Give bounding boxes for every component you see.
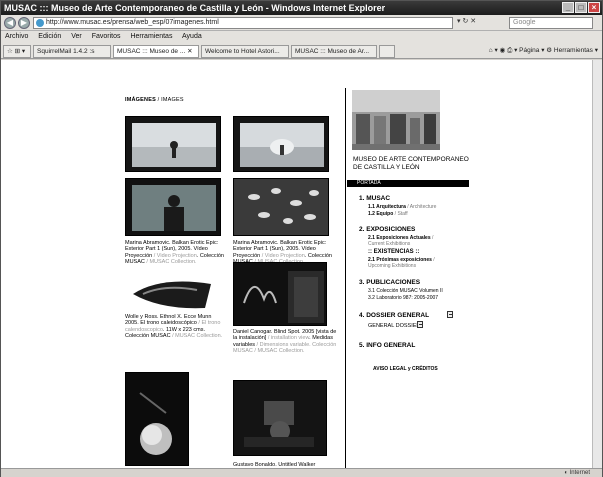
caption-1: Marina Abramovic. Balkan Erotic Epic: Ex… — [125, 240, 224, 266]
artwork-image-7 — [126, 373, 188, 465]
nav-link-proximas-exposiciones[interactable]: 2.1 Próximas exposiciones / Upcoming Exh… — [368, 257, 444, 269]
legal-link[interactable]: AVISO LEGAL y CRÉDITOS — [373, 366, 438, 372]
tab-squirrelmail[interactable]: SquirrelMail 1.4.2 :s — [33, 45, 111, 58]
nav-section-exposiciones[interactable]: 2. EXPOSICIONES — [359, 226, 415, 233]
artwork-thumbnail-6[interactable] — [233, 262, 327, 326]
artwork-thumbnail-8[interactable] — [233, 380, 327, 456]
minimize-button[interactable]: _ — [562, 2, 574, 13]
caption-4: Daniel Canogar. Blind Spot. 2005 [vista … — [233, 329, 337, 355]
browser-window: MUSAC ::: Museo de Arte Contemporaneo de… — [0, 0, 603, 477]
artwork-image-5 — [131, 274, 213, 312]
column-divider — [345, 88, 346, 468]
internet-zone: ◐ Internet — [564, 470, 590, 476]
address-bar: ◀ ▶ http://www.musac.es/prensa/web_esp/0… — [1, 15, 602, 31]
tab-musac-active[interactable]: MUSAC ::: Museo de ... ✕ — [113, 45, 199, 58]
new-tab-button[interactable] — [379, 45, 395, 58]
page-icon — [36, 19, 44, 27]
menu-herramientas[interactable]: Herramientas — [130, 33, 172, 40]
window-controls: _ □ × — [562, 2, 600, 13]
artwork-image-1 — [126, 117, 220, 171]
title-bar: MUSAC ::: Museo de Arte Contemporaneo de… — [1, 1, 602, 15]
artwork-image-3 — [126, 179, 220, 235]
artwork-thumbnail-2[interactable] — [233, 116, 329, 172]
forward-button[interactable]: ▶ — [18, 17, 30, 29]
command-bar: ⌂ ▾ ◉ ⎙ ▾ Página ▾ ⚙ Herramientas ▾ — [489, 43, 598, 59]
feeds-icon[interactable]: ◉ — [500, 47, 507, 54]
nav-section-publicaciones[interactable]: 3. PUBLICACIONES — [359, 279, 420, 286]
pdf-download-icon[interactable] — [447, 311, 453, 318]
artwork-thumbnail-5[interactable] — [131, 274, 213, 312]
tab-musac-2[interactable]: MUSAC ::: Museo de Ar... — [291, 45, 377, 58]
nav-link-existencias[interactable]: :: EXISTENCIAS :: — [368, 249, 419, 255]
caption-3: Wolle y Ross. Ethnol X. Ecce Munn 2005. … — [125, 314, 223, 340]
artwork-image-2 — [234, 117, 328, 171]
back-button[interactable]: ◀ — [4, 17, 16, 29]
vertical-scrollbar[interactable] — [592, 60, 602, 468]
status-bar: ◐ Internet — [1, 468, 602, 477]
tools-menu[interactable]: ⚙ Herramientas ▾ — [546, 47, 598, 54]
menu-archivo[interactable]: Archivo — [5, 33, 28, 40]
nav-link-equipo[interactable]: 1.2 Equipo / Staff — [368, 211, 408, 217]
tab-bar: ☆ ⊞ ▾ SquirrelMail 1.4.2 :s MUSAC ::: Mu… — [1, 43, 602, 59]
favorites-star-icon[interactable]: ☆ ⊞ ▾ — [3, 45, 31, 58]
artwork-thumbnail-3[interactable] — [125, 178, 221, 236]
portada-link[interactable]: PORTADA — [347, 180, 469, 187]
print-icon[interactable]: ⎙ ▾ — [507, 47, 519, 54]
maximize-button[interactable]: □ — [575, 2, 587, 13]
refresh-stop-buttons[interactable]: ▾ ↻ ✕ — [457, 17, 476, 25]
artwork-thumbnail-1[interactable] — [125, 116, 221, 172]
home-icon[interactable]: ⌂ ▾ — [489, 47, 498, 54]
artwork-thumbnail-7[interactable] — [125, 372, 189, 466]
header-image — [352, 90, 440, 150]
pdf-download-icon-2[interactable] — [417, 321, 423, 328]
window-title: MUSAC ::: Museo de Arte Contemporaneo de… — [4, 3, 386, 13]
artwork-image-6 — [234, 263, 326, 325]
tab-hotel-astoria[interactable]: Welcome to Hotel Astori... — [201, 45, 289, 58]
menu-favoritos[interactable]: Favoritos — [92, 33, 121, 40]
nav-link-arquitectura[interactable]: 1.1 Arquitectura / Architecture — [368, 204, 436, 210]
museum-facade-image — [352, 90, 440, 150]
artwork-image-4 — [234, 179, 328, 235]
artwork-image-8 — [234, 381, 326, 455]
nav-section-musac[interactable]: 1. MUSAC — [359, 195, 390, 202]
museum-name: MUSEO DE ARTE CONTEMPORANEO DE CASTILLA … — [353, 156, 469, 171]
menu-ver[interactable]: Ver — [71, 33, 82, 40]
menu-ayuda[interactable]: Ayuda — [182, 33, 202, 40]
nav-section-info-general[interactable]: 5. INFO GENERAL — [359, 342, 415, 349]
page-content: IMÁGENES / IMAGES Marina Abramovic. Balk… — [1, 60, 602, 468]
page-menu[interactable]: Página ▾ — [519, 47, 546, 54]
search-placeholder: Google — [513, 19, 536, 26]
nav-section-dossier[interactable]: 4. DOSSIER GENERAL — [359, 312, 429, 319]
menu-bar: Archivo Edición Ver Favoritos Herramient… — [1, 31, 602, 43]
nav-link-general-dossier[interactable]: GENERAL DOSSIER — [368, 323, 420, 329]
menu-edicion[interactable]: Edición — [38, 33, 61, 40]
nav-link-laboratorio[interactable]: 3.2 Laboratorio 987: 2005-2007 — [368, 295, 438, 301]
artwork-thumbnail-4[interactable] — [233, 178, 329, 236]
nav-link-coleccion-musac[interactable]: 3.1 Colección MUSAC Volumen II — [368, 288, 443, 294]
nav-link-exposiciones-actuales[interactable]: 2.1 Exposiciones Actuales / Current Exhi… — [368, 235, 442, 247]
search-input[interactable]: Google — [509, 17, 593, 29]
breadcrumb: IMÁGENES / IMAGES — [125, 97, 184, 103]
close-button[interactable]: × — [588, 2, 600, 13]
url-text: http://www.musac.es/prensa/web_esp/07ima… — [46, 19, 219, 26]
url-field[interactable]: http://www.musac.es/prensa/web_esp/07ima… — [33, 17, 453, 29]
